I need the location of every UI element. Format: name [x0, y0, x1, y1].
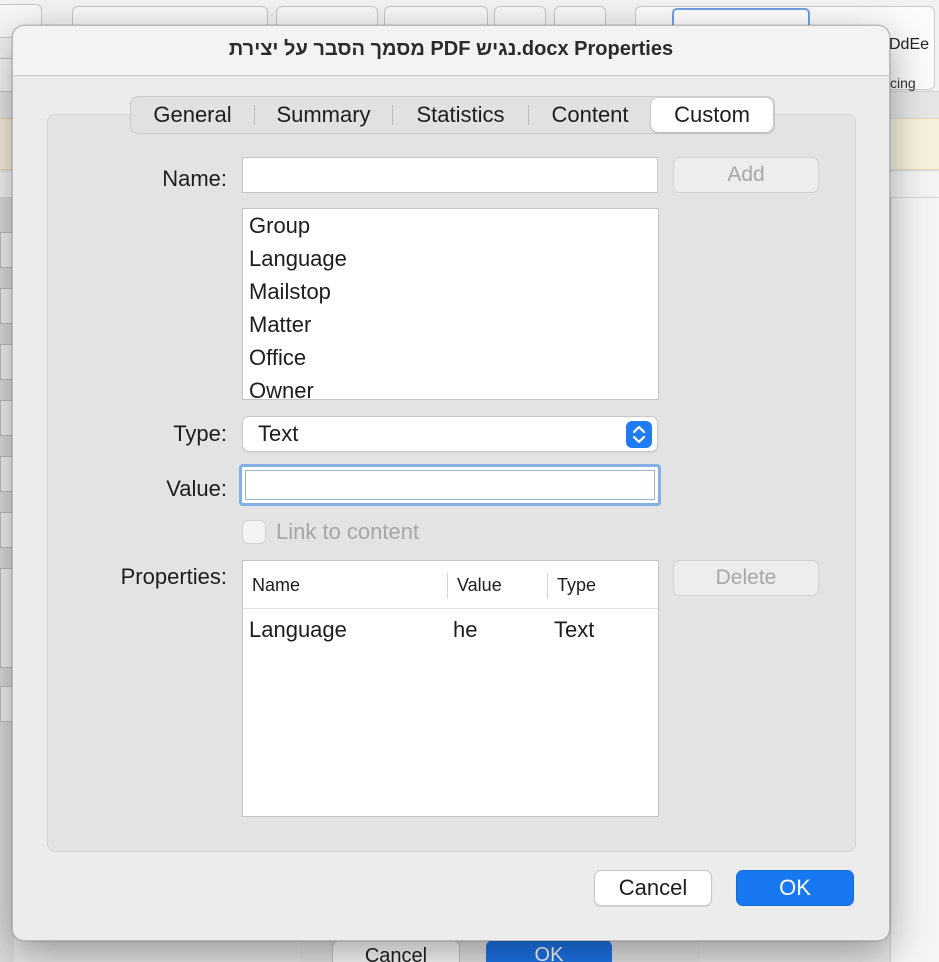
background-spacing-text: cing [890, 75, 916, 91]
link-to-content-checkbox[interactable] [242, 520, 266, 544]
name-label: Name: [162, 166, 227, 191]
up-down-chevron-icon [626, 421, 652, 448]
tab-bar: General Summary Statistics Content Custo… [130, 96, 775, 134]
list-item[interactable]: Language [243, 242, 658, 275]
list-item[interactable]: Group [243, 209, 658, 242]
background-document-area [890, 198, 939, 962]
tab-summary[interactable]: Summary [255, 98, 392, 132]
properties-label: Properties: [120, 564, 227, 589]
properties-dialog: מסמך הסבר על יצירת PDF נגיש.docx Propert… [12, 25, 890, 941]
type-label: Type: [173, 421, 227, 446]
type-select[interactable]: Text [242, 416, 658, 452]
type-select-value: Text [258, 421, 299, 446]
tab-general[interactable]: General [131, 98, 254, 132]
ok-button[interactable]: OK [736, 870, 854, 906]
list-item[interactable]: Owner [243, 374, 658, 399]
properties-table[interactable]: Name Value Type Language he Text [242, 560, 659, 817]
column-separator [547, 573, 548, 599]
background-ok-button: OK [486, 940, 612, 962]
value-label: Value: [166, 476, 227, 501]
list-item[interactable]: Office [243, 341, 658, 374]
tab-statistics[interactable]: Statistics [393, 98, 528, 132]
background-style-preview: DdEe [889, 36, 930, 53]
column-header-name[interactable]: Name [252, 575, 300, 596]
cancel-button[interactable]: Cancel [594, 870, 712, 906]
table-cell-name[interactable]: Language [249, 617, 347, 643]
link-to-content-label: Link to content [276, 519, 420, 544]
name-input[interactable] [242, 157, 658, 193]
property-name-list[interactable]: Group Language Mailstop Matter Office Ow… [242, 208, 659, 400]
dialog-title: מסמך הסבר על יצירת PDF נגיש.docx Propert… [228, 38, 674, 60]
column-header-value[interactable]: Value [457, 575, 502, 596]
value-input[interactable] [239, 464, 661, 506]
tab-custom[interactable]: Custom [651, 98, 773, 132]
table-cell-value[interactable]: he [453, 617, 477, 643]
table-cell-type[interactable]: Text [554, 617, 594, 643]
add-button[interactable]: Add [673, 157, 819, 193]
delete-button[interactable]: Delete [673, 560, 819, 596]
background-cancel-button: Cancel [332, 940, 460, 962]
column-separator [447, 573, 448, 599]
tab-content[interactable]: Content [529, 98, 651, 132]
column-header-type[interactable]: Type [557, 575, 596, 596]
dialog-titlebar[interactable]: מסמך הסבר על יצירת PDF נגיש.docx Propert… [13, 26, 889, 76]
table-header-divider [243, 608, 658, 609]
list-item[interactable]: Mailstop [243, 275, 658, 308]
value-input-inner [245, 470, 655, 500]
list-item[interactable]: Matter [243, 308, 658, 341]
